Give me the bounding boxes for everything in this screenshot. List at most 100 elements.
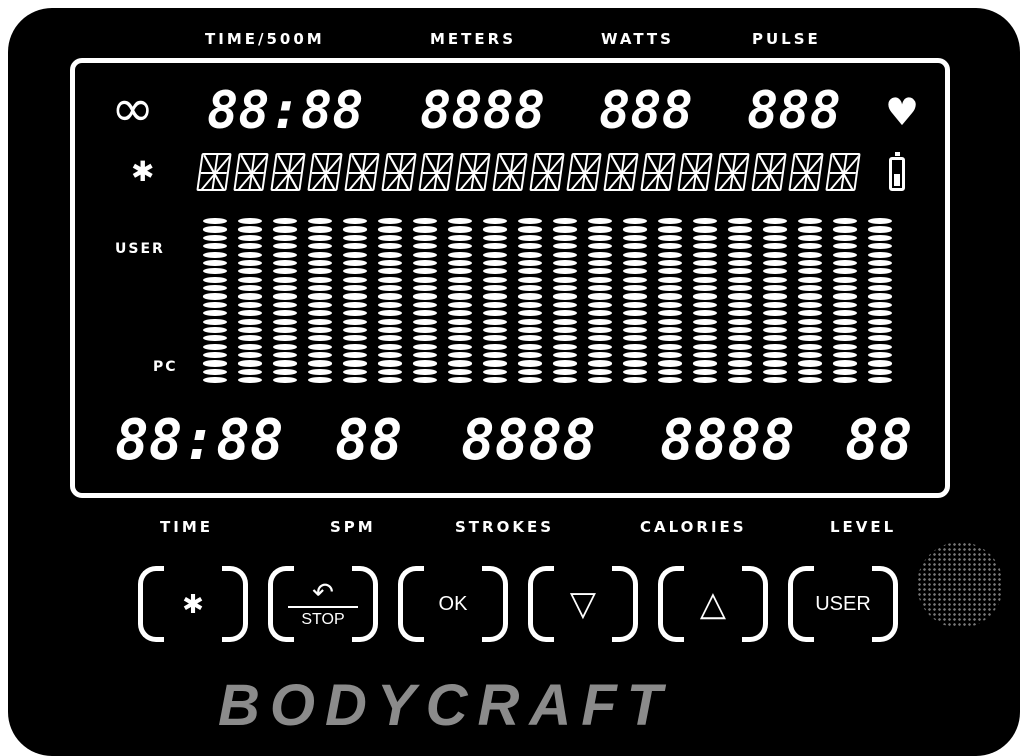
bar-segment (798, 276, 822, 283)
bar-segment (728, 343, 752, 350)
bar-segment (728, 243, 752, 250)
bar-segment (833, 218, 857, 225)
bar-segment (483, 251, 507, 258)
up-arrow-icon: △ (699, 585, 727, 623)
bar-segment (588, 368, 612, 375)
bar-segment (343, 343, 367, 350)
bar-segment (483, 335, 507, 342)
bar-segment (238, 251, 262, 258)
bar-segment (483, 226, 507, 233)
bar-segment (343, 360, 367, 367)
bar-segment (763, 360, 787, 367)
bar-segment (203, 243, 227, 250)
bar-segment (273, 360, 297, 367)
time-value: 88:88 (115, 408, 284, 473)
bar-segment (833, 293, 857, 300)
bar-segment (798, 268, 822, 275)
bar-segment (833, 285, 857, 292)
bar-segment (273, 276, 297, 283)
bar-segment (378, 368, 402, 375)
user-label: USER (815, 592, 871, 615)
bar-segment (273, 226, 297, 233)
bar-segment (203, 360, 227, 367)
bar-segment (623, 318, 647, 325)
bar-segment (763, 218, 787, 225)
bar-segment (728, 368, 752, 375)
bar-column (553, 218, 577, 384)
alpha-segment (455, 153, 491, 191)
bar-segment (203, 343, 227, 350)
bar-segment (588, 318, 612, 325)
bar-segment (763, 268, 787, 275)
bar-segment (868, 285, 892, 292)
bar-segment (203, 234, 227, 241)
bar-segment (623, 226, 647, 233)
stop-button[interactable]: ↶ STOP (268, 566, 378, 648)
bar-segment (483, 301, 507, 308)
bar-segment (238, 301, 262, 308)
bar-segment (273, 343, 297, 350)
bar-segment (483, 259, 507, 267)
alpha-segment (196, 153, 232, 191)
bar-segment (833, 301, 857, 308)
up-button[interactable]: △ (658, 566, 768, 648)
bar-segment (798, 377, 822, 384)
bar-segment (273, 243, 297, 250)
ok-button[interactable]: OK (398, 566, 508, 648)
bluetooth-button[interactable]: ✱ (138, 566, 248, 648)
bar-segment (203, 318, 227, 325)
bar-segment (273, 218, 297, 225)
bar-segment (553, 293, 577, 300)
bar-segment (413, 268, 437, 275)
bar-segment (518, 310, 542, 317)
bar-segment (728, 259, 752, 267)
down-button[interactable]: ▽ (528, 566, 638, 648)
bar-segment (203, 310, 227, 317)
alpha-segment (344, 153, 380, 191)
bar-column (798, 218, 822, 384)
bar-segment (273, 259, 297, 267)
bar-segment (763, 234, 787, 241)
bar-segment (448, 259, 472, 267)
bar-segment (413, 234, 437, 241)
user-button[interactable]: USER (788, 566, 898, 648)
bar-segment (448, 352, 472, 359)
bar-segment (343, 259, 367, 267)
bar-segment (798, 293, 822, 300)
bar-segment (343, 251, 367, 258)
bar-segment (203, 352, 227, 359)
bar-segment (203, 259, 227, 267)
bar-segment (238, 360, 262, 367)
bar-segment (483, 368, 507, 375)
bar-column (623, 218, 647, 384)
bar-segment (588, 268, 612, 275)
bar-segment (273, 268, 297, 275)
alpha-segment (825, 153, 861, 191)
bar-segment (203, 268, 227, 275)
infinity-icon: ∞ (111, 79, 155, 139)
meters-label: METERS (430, 30, 517, 48)
bar-segment (763, 226, 787, 233)
bar-segment (448, 234, 472, 241)
alpha-segment (677, 153, 713, 191)
bar-segment (798, 285, 822, 292)
bar-segment (448, 243, 472, 250)
bar-segment (798, 368, 822, 375)
bar-segment (308, 285, 332, 292)
bar-segment (798, 243, 822, 250)
bar-segment (343, 285, 367, 292)
bar-segment (693, 326, 717, 334)
bar-segment (483, 293, 507, 300)
time-500m-value: 88:88 (207, 81, 364, 141)
bar-segment (238, 234, 262, 241)
bar-segment (833, 318, 857, 325)
bar-segment (448, 377, 472, 384)
bar-segment (553, 335, 577, 342)
alphanumeric-display (196, 153, 861, 191)
bar-segment (693, 352, 717, 359)
bar-segment (588, 285, 612, 292)
spm-label: SPM (330, 518, 376, 536)
bar-segment (483, 218, 507, 225)
bar-segment (588, 259, 612, 267)
level-value: 88 (845, 408, 913, 473)
